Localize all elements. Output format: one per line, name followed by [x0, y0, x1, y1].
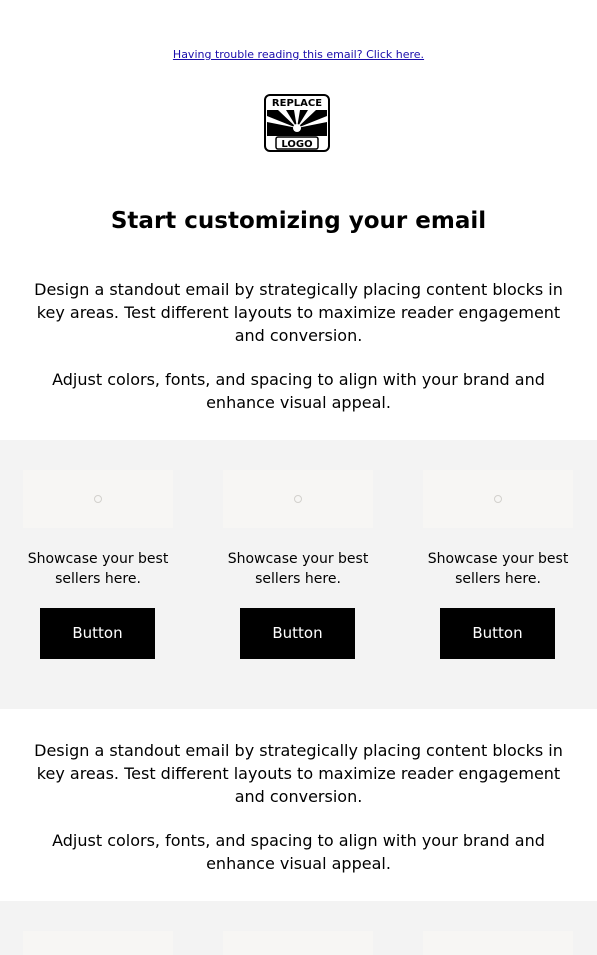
paragraph: Adjust colors, fonts, and spacing to ali… [52, 831, 545, 873]
text-block-2: Design a standout email by strategically… [20, 739, 577, 875]
logo: REPLACE LOGO [264, 94, 330, 152]
product-caption: Showcase your best sellers here. [427, 551, 569, 587]
image-placeholder-icon [494, 495, 502, 503]
text-block-1: Design a standout email by strategically… [20, 278, 577, 414]
products-section: Showcase your best sellers here. Button … [0, 440, 597, 709]
view-in-browser-link[interactable]: Having trouble reading this email? Click… [173, 48, 424, 61]
products-section-2 [0, 901, 597, 955]
product-image [223, 931, 373, 955]
product-caption: Showcase your best sellers here. [27, 551, 169, 587]
product-button[interactable]: Button [240, 608, 355, 659]
product-button[interactable]: Button [40, 608, 155, 659]
preheader: Having trouble reading this email? Click… [0, 48, 597, 62]
product-caption: Showcase your best sellers here. [227, 551, 369, 587]
image-placeholder-icon [294, 495, 302, 503]
paragraph: Design a standout email by strategically… [34, 741, 563, 806]
product-image [423, 470, 573, 528]
product-image [423, 931, 573, 955]
product-image [23, 931, 173, 955]
product-button[interactable]: Button [440, 608, 555, 659]
paragraph: Design a standout email by strategically… [34, 280, 563, 345]
page-title: Start customizing your email [110, 208, 487, 234]
product-image [223, 470, 373, 528]
image-placeholder-icon [94, 495, 102, 503]
product-image [23, 470, 173, 528]
paragraph: Adjust colors, fonts, and spacing to ali… [52, 370, 545, 412]
email-page: Having trouble reading this email? Click… [0, 0, 597, 955]
logo-line1: REPLACE [272, 98, 322, 109]
logo-icon: REPLACE LOGO [264, 94, 330, 152]
logo-line2: LOGO [281, 139, 312, 150]
